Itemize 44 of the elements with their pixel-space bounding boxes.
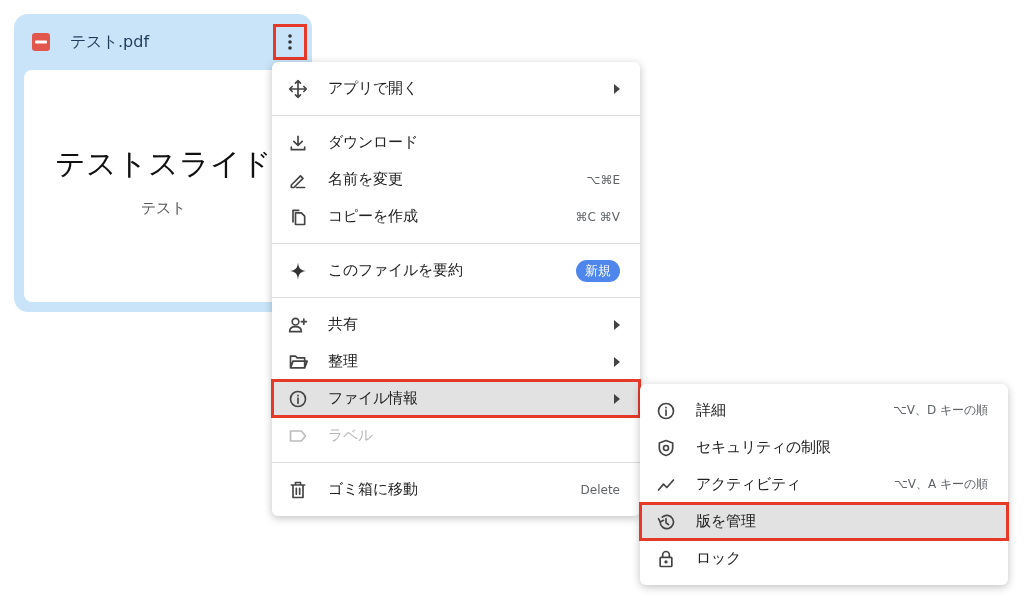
menu-item-label: ファイル情報 (328, 389, 419, 408)
slide-title: テストスライド (54, 145, 272, 183)
info-icon (656, 400, 676, 421)
more-vertical-icon (288, 34, 292, 50)
menu-item-label: 共有 (328, 315, 359, 334)
menu-item-label: アプリで開く (328, 79, 419, 98)
menu-item-label: ラベル (328, 426, 374, 445)
keyboard-shortcut: ⌥V、A キーの順 (893, 476, 988, 493)
keyboard-shortcut: ⌘C ⌘V (575, 209, 620, 224)
new-badge: 新規 (576, 259, 620, 282)
keyboard-shortcut: ⌥V、D キーの順 (892, 402, 988, 419)
shield-icon (656, 437, 676, 458)
menu-item-label: ロック (696, 549, 742, 568)
more-options-button[interactable] (276, 27, 304, 57)
menu-item-label: ダウンロード (328, 133, 419, 152)
menu-item[interactable]: ゴミ箱に移動 Delete (272, 471, 640, 508)
menu-item[interactable]: セキュリティの制限 (640, 429, 1008, 466)
submenu-caret-icon (614, 83, 620, 94)
move-arrows-icon (288, 78, 308, 99)
menu-item[interactable]: 版を管理 (640, 503, 1008, 540)
menu-item[interactable]: ロック (640, 540, 1008, 577)
submenu-caret-icon (614, 356, 620, 367)
menu-item-label: 整理 (328, 352, 359, 371)
menu-item[interactable]: ファイル情報 (272, 380, 640, 417)
menu-item[interactable]: アクティビティ ⌥V、A キーの順 (640, 466, 1008, 503)
submenu-caret-icon (614, 319, 620, 330)
keyboard-shortcut: ⌥⌘E (586, 172, 620, 187)
slide-subtitle: テスト (140, 199, 186, 218)
trash-icon (288, 479, 308, 500)
menu-item[interactable]: 整理 (272, 343, 640, 380)
keyboard-shortcut: Delete (580, 482, 620, 497)
menu-item-label: このファイルを要約 (328, 261, 464, 280)
info-icon (288, 388, 308, 409)
menu-item-label: コピーを作成 (328, 207, 419, 226)
menu-item[interactable]: 詳細 ⌥V、D キーの順 (640, 392, 1008, 429)
file-name: テスト.pdf (70, 31, 151, 53)
menu-item-label: 詳細 (696, 401, 727, 420)
lock-icon (656, 548, 676, 569)
menu-item-label: 版を管理 (696, 512, 757, 531)
menu-item-label: セキュリティの制限 (696, 438, 832, 457)
menu-item-label: アクティビティ (696, 475, 802, 494)
menu-item-label: ゴミ箱に移動 (328, 480, 419, 499)
submenu-caret-icon (614, 393, 620, 404)
menu-item-label: 名前を変更 (328, 170, 404, 189)
